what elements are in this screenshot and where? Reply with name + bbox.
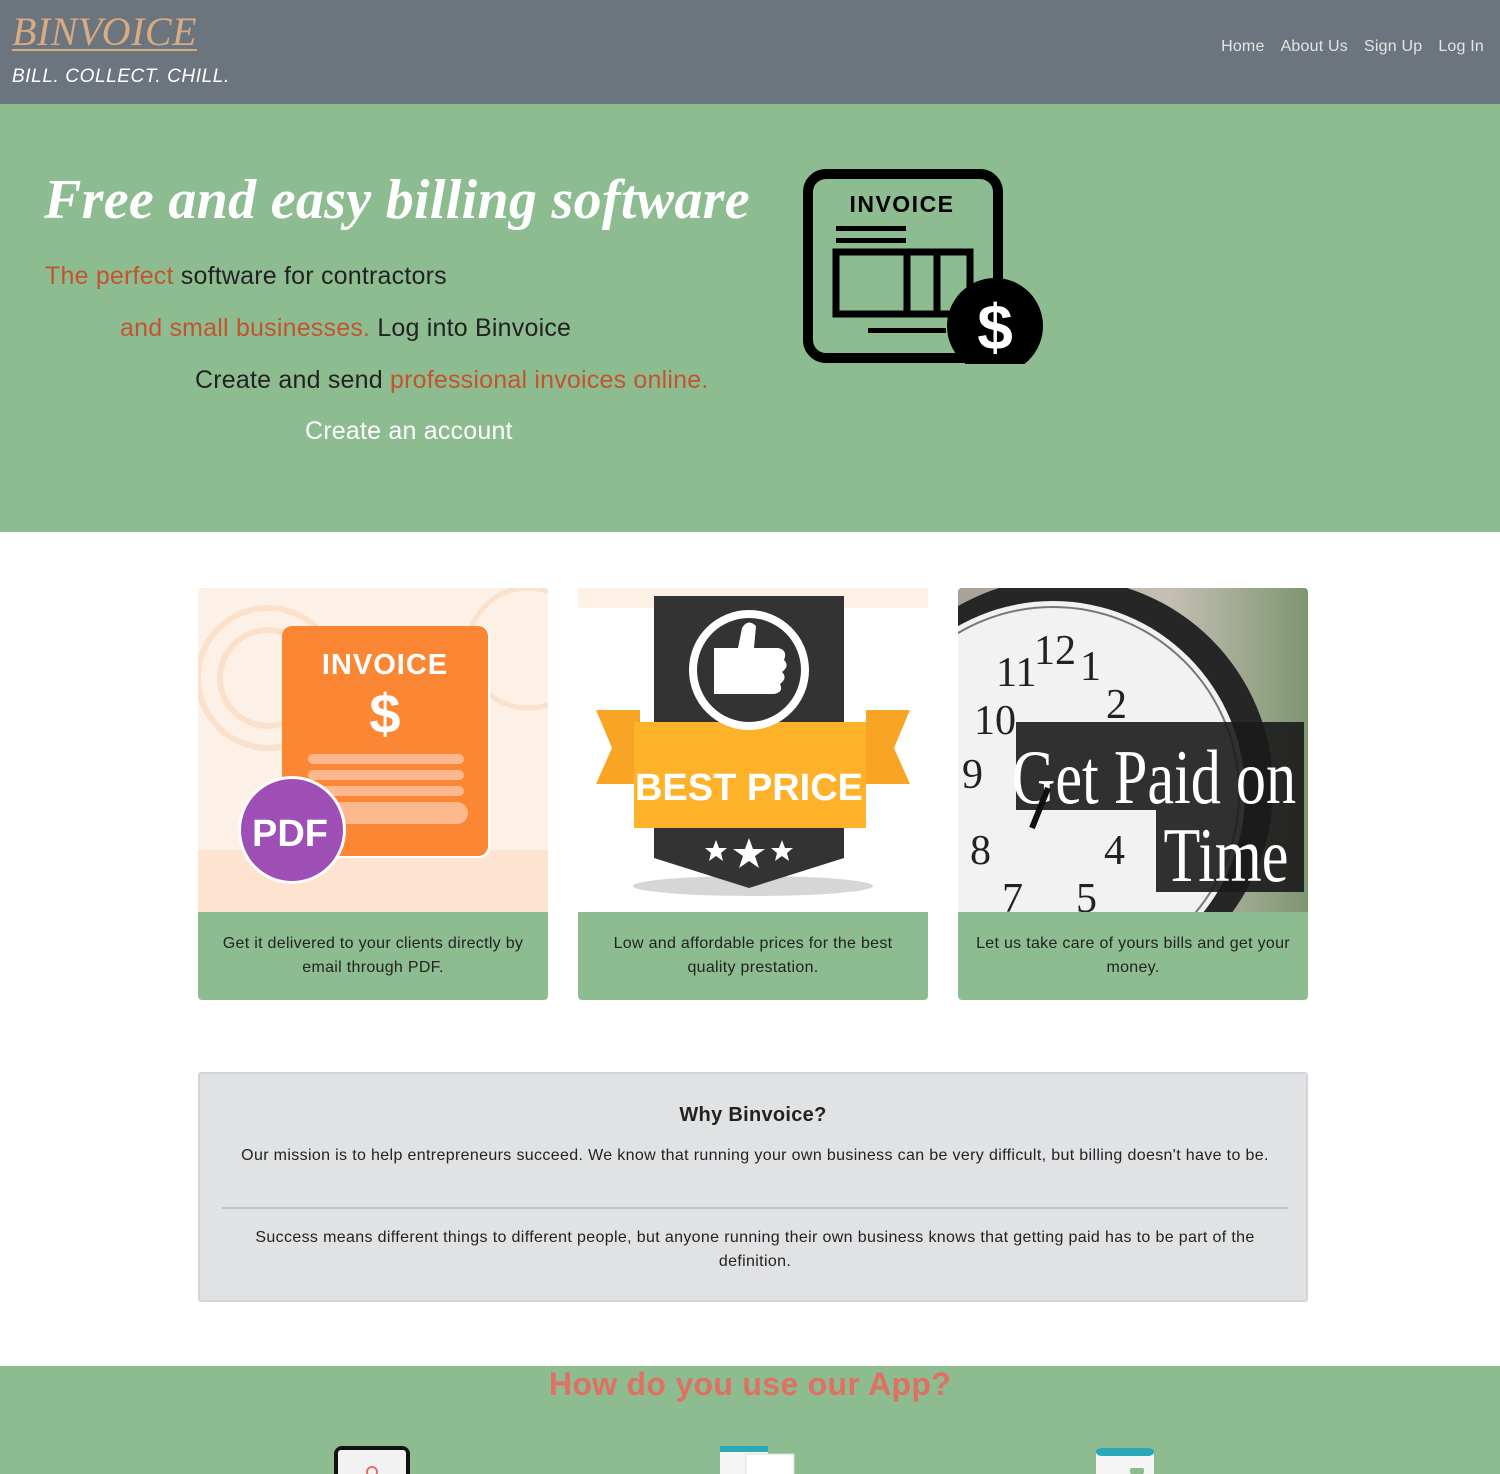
best-price-label: BEST PRICE bbox=[635, 767, 863, 809]
create-account-link[interactable]: Create an account bbox=[305, 417, 513, 446]
card-text-get-paid: Let us take care of yours bills and get … bbox=[976, 935, 1290, 976]
why-binvoice-panel: Why Binvoice? Our mission is to help ent… bbox=[198, 1072, 1308, 1302]
card-text-pdf: Get it delivered to your clients directl… bbox=[222, 935, 524, 976]
hero-text: software for contractors bbox=[173, 262, 447, 290]
pdf-badge-label: PDF bbox=[252, 813, 328, 855]
nav-link-home[interactable]: Home bbox=[1221, 38, 1264, 56]
why-success-text: Success means different things to differ… bbox=[255, 1229, 1255, 1270]
app-screenshot-thumbnail bbox=[334, 1446, 410, 1474]
feature-card-pdf: INVOICE $ PDF Get it delivered to your c… bbox=[198, 588, 548, 1000]
navbar: BINVOICE BILL. COLLECT. CHILL. Home Abou… bbox=[0, 0, 1500, 104]
svg-text:2: 2 bbox=[1106, 682, 1127, 728]
app-screenshot-thumbnail bbox=[1096, 1448, 1154, 1474]
get-paid-label: Get Paid on bbox=[1012, 734, 1296, 820]
svg-text:12: 12 bbox=[1034, 628, 1076, 674]
svg-text:4: 4 bbox=[1104, 828, 1125, 874]
brand-logo[interactable]: BINVOICE bbox=[12, 8, 197, 55]
hero-highlight: The perfect bbox=[45, 262, 174, 290]
invoice-dollar-icon: INVOICE $ bbox=[803, 169, 1043, 364]
card-invoice-label: INVOICE bbox=[322, 649, 448, 681]
svg-text:7: 7 bbox=[1002, 876, 1023, 912]
app-screenshot-thumbnail bbox=[720, 1446, 795, 1474]
invoice-icon-label: INVOICE bbox=[849, 191, 954, 217]
how-title: How do you use our App? bbox=[548, 1366, 952, 1402]
nav-link-log-in[interactable]: Log In bbox=[1438, 38, 1484, 56]
best-price-badge-illustration: BEST PRICE bbox=[578, 588, 928, 912]
pdf-invoice-illustration: INVOICE $ PDF bbox=[198, 588, 548, 912]
hero-section: Free and easy billing software The perfe… bbox=[0, 104, 1500, 532]
svg-text:5: 5 bbox=[1076, 876, 1097, 912]
divider bbox=[222, 1207, 1288, 1209]
card-text-best-price: Low and affordable prices for the best q… bbox=[613, 935, 893, 976]
hero-highlight: and small businesses. bbox=[120, 314, 371, 342]
svg-text:11: 11 bbox=[996, 650, 1036, 696]
hero-text: Log into Binvoice bbox=[370, 314, 572, 342]
brand-tagline: BILL. COLLECT. CHILL. bbox=[12, 66, 230, 87]
hero-text: Create and send bbox=[195, 366, 390, 394]
svg-text:10: 10 bbox=[974, 698, 1016, 744]
on-time-label: Time bbox=[1164, 812, 1289, 898]
why-mission-text: Our mission is to help entrepreneurs suc… bbox=[241, 1147, 1269, 1164]
hero-title: Free and easy billing software bbox=[44, 169, 750, 231]
why-title: Why Binvoice? bbox=[679, 1104, 827, 1126]
dollar-symbol: $ bbox=[977, 291, 1013, 363]
svg-text:1: 1 bbox=[1080, 644, 1101, 690]
hero-highlight: professional invoices online. bbox=[390, 366, 709, 394]
nav-link-sign-up[interactable]: Sign Up bbox=[1364, 38, 1422, 56]
feature-card-get-paid: 12 11 1 10 2 9 8 4 5 7 Get Paid on Time … bbox=[958, 588, 1308, 1000]
svg-text:9: 9 bbox=[962, 752, 983, 798]
card-dollar-symbol: $ bbox=[369, 682, 400, 745]
clock-get-paid-illustration: 12 11 1 10 2 9 8 4 5 7 Get Paid on Time bbox=[958, 588, 1308, 912]
hero-line-3: Create and send professional invoices on… bbox=[195, 366, 708, 395]
svg-text:8: 8 bbox=[970, 828, 991, 874]
nav-link-about-us[interactable]: About Us bbox=[1281, 38, 1348, 56]
how-to-use-section: How do you use our App? bbox=[0, 1366, 1500, 1474]
hero-line-1: The perfect software for contractors bbox=[45, 262, 447, 291]
hero-line-2: and small businesses. Log into Binvoice bbox=[120, 314, 571, 343]
nav-links: Home About Us Sign Up Log In bbox=[1221, 38, 1484, 56]
feature-card-best-price: BEST PRICE Low and affordable prices for… bbox=[578, 588, 928, 1000]
